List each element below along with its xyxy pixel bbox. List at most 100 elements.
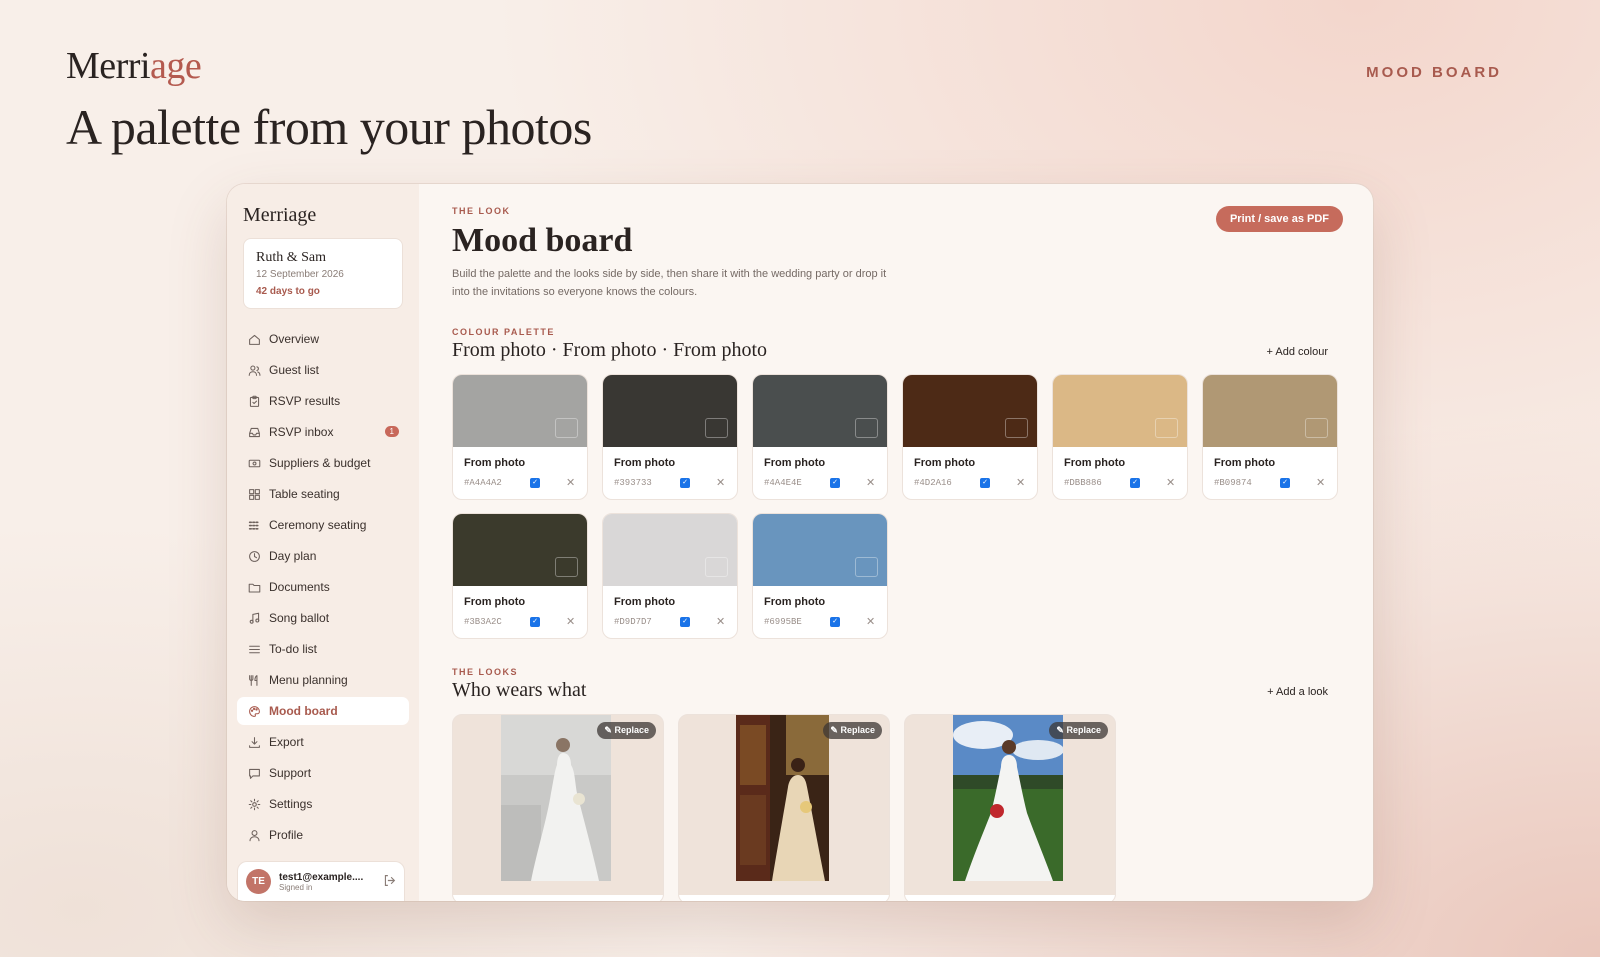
sidebar-brand[interactable]: Merriage [237, 204, 409, 227]
swatch-hex[interactable]: #A4A4A2 [464, 478, 530, 488]
sidebar-item-support[interactable]: Support [237, 759, 409, 787]
swatch-name[interactable]: From photo [914, 457, 1026, 469]
remove-icon[interactable]: ✕ [866, 615, 875, 628]
swatch-hex[interactable]: #B09874 [1214, 478, 1280, 488]
swatch-color[interactable] [903, 375, 1037, 448]
swatch-color[interactable] [603, 375, 737, 448]
color-picker-box[interactable] [855, 557, 878, 578]
swatch-color[interactable] [603, 514, 737, 587]
look-card[interactable]: ✎ Replace [678, 714, 890, 901]
page-title: Mood board [452, 222, 633, 259]
replace-photo-button[interactable]: ✎ Replace [597, 722, 656, 740]
color-picker-box[interactable] [1305, 418, 1328, 439]
sidebar-item-song-ballot[interactable]: Song ballot [237, 604, 409, 632]
replace-label: Replace [840, 725, 875, 736]
sidebar-item-overview[interactable]: Overview [237, 325, 409, 353]
look-card[interactable]: ✎ Replace [904, 714, 1116, 901]
sidebar-item-to-do-list[interactable]: To-do list [237, 635, 409, 663]
color-picker-box[interactable] [555, 557, 578, 578]
color-picker-box[interactable] [705, 418, 728, 439]
palette-title: From photo · From photo · From photo [452, 339, 768, 362]
sidebar-item-label: Overview [269, 332, 320, 346]
add-look-button[interactable]: + Add a look [1267, 686, 1328, 698]
add-colour-button[interactable]: + Add colour [1267, 346, 1328, 358]
palette-header: COLOUR PALETTE From photo · From photo ·… [452, 327, 1343, 362]
swatch-color[interactable] [453, 514, 587, 587]
sidebar-item-export[interactable]: Export [237, 728, 409, 756]
swatch-color[interactable] [1203, 375, 1337, 448]
swatch-color[interactable] [753, 514, 887, 587]
include-checkbox[interactable]: ✓ [830, 477, 840, 488]
swatch-name[interactable]: From photo [464, 596, 576, 608]
color-picker-box[interactable] [555, 418, 578, 439]
swatch-name[interactable]: From photo [1214, 457, 1326, 469]
swatch-name[interactable]: From photo [614, 596, 726, 608]
swatch-color[interactable] [753, 375, 887, 448]
remove-icon[interactable]: ✕ [1316, 476, 1325, 489]
unread-badge: 1 [384, 426, 399, 437]
include-checkbox[interactable]: ✓ [530, 616, 540, 627]
sidebar-item-label: Documents [269, 580, 330, 594]
sidebar-item-ceremony-seating[interactable]: Ceremony seating [237, 511, 409, 539]
clipboard-icon [247, 394, 261, 408]
swatch-name[interactable]: From photo [614, 457, 726, 469]
remove-icon[interactable]: ✕ [1016, 476, 1025, 489]
color-picker-box[interactable] [1155, 418, 1178, 439]
swatch-hex[interactable]: #4A4E4E [764, 478, 830, 488]
sidebar-item-guest-list[interactable]: Guest list [237, 356, 409, 384]
include-checkbox[interactable]: ✓ [980, 477, 990, 488]
user-status: Signed in [279, 882, 313, 892]
swatch-hex[interactable]: #4D2A16 [914, 478, 980, 488]
replace-photo-button[interactable]: ✎ Replace [1049, 722, 1108, 740]
color-picker-box[interactable] [1005, 418, 1028, 439]
swatch-name[interactable]: From photo [764, 596, 876, 608]
sidebar-item-menu-planning[interactable]: Menu planning [237, 666, 409, 694]
sidebar-item-settings[interactable]: Settings [237, 790, 409, 818]
swatch-color[interactable] [1053, 375, 1187, 448]
sidebar-item-profile[interactable]: Profile [237, 821, 409, 849]
sidebar-item-mood-board[interactable]: Mood board [237, 697, 409, 725]
sidebar-item-rsvp-results[interactable]: RSVP results [237, 387, 409, 415]
sidebar-item-table-seating[interactable]: Table seating [237, 480, 409, 508]
include-checkbox[interactable]: ✓ [1130, 477, 1140, 488]
swatch-name[interactable]: From photo [1064, 457, 1176, 469]
replace-photo-button[interactable]: ✎ Replace [823, 722, 882, 740]
couple-card[interactable]: Ruth & Sam 12 September 2026 42 days to … [243, 238, 403, 309]
sidebar-item-day-plan[interactable]: Day plan [237, 542, 409, 570]
remove-icon[interactable]: ✕ [716, 615, 725, 628]
sidebar-item-label: RSVP inbox [269, 425, 334, 439]
include-checkbox[interactable]: ✓ [530, 477, 540, 488]
remove-icon[interactable]: ✕ [566, 615, 575, 628]
swatch-hex[interactable]: #6995BE [764, 617, 830, 627]
remove-icon[interactable]: ✕ [716, 476, 725, 489]
logout-icon[interactable] [383, 874, 396, 890]
user-card[interactable]: TE test1@example.... Signed in [237, 861, 405, 901]
color-picker-box[interactable] [705, 557, 728, 578]
swatch-color[interactable] [453, 375, 587, 448]
include-checkbox[interactable]: ✓ [1280, 477, 1290, 488]
swatch-name[interactable]: From photo [464, 457, 576, 469]
hero-title: A palette from your photos [66, 99, 592, 155]
remove-icon[interactable]: ✕ [1166, 476, 1175, 489]
gear-icon [247, 797, 261, 811]
look-footer [905, 895, 1115, 901]
swatch-name[interactable]: From photo [764, 457, 876, 469]
print-button[interactable]: Print / save as PDF [1215, 206, 1343, 232]
sidebar-item-suppliers-budget[interactable]: Suppliers & budget [237, 449, 409, 477]
include-checkbox[interactable]: ✓ [830, 616, 840, 627]
download-icon [247, 735, 261, 749]
remove-icon[interactable]: ✕ [566, 476, 575, 489]
swatch-hex[interactable]: #DBB886 [1064, 478, 1130, 488]
swatch-hex[interactable]: #3B3A2C [464, 617, 530, 627]
music-icon [247, 611, 261, 625]
include-checkbox[interactable]: ✓ [680, 616, 690, 627]
swatch-hex[interactable]: #D9D7D7 [614, 617, 680, 627]
swatch-hex[interactable]: #393733 [614, 478, 680, 488]
include-checkbox[interactable]: ✓ [680, 477, 690, 488]
look-card[interactable]: ✎ Replace [452, 714, 664, 901]
sidebar-item-documents[interactable]: Documents [237, 573, 409, 601]
sidebar-item-rsvp-inbox[interactable]: RSVP inbox 1 [237, 418, 409, 446]
color-picker-box[interactable] [855, 418, 878, 439]
bride-photo-1 [501, 715, 611, 882]
remove-icon[interactable]: ✕ [866, 476, 875, 489]
